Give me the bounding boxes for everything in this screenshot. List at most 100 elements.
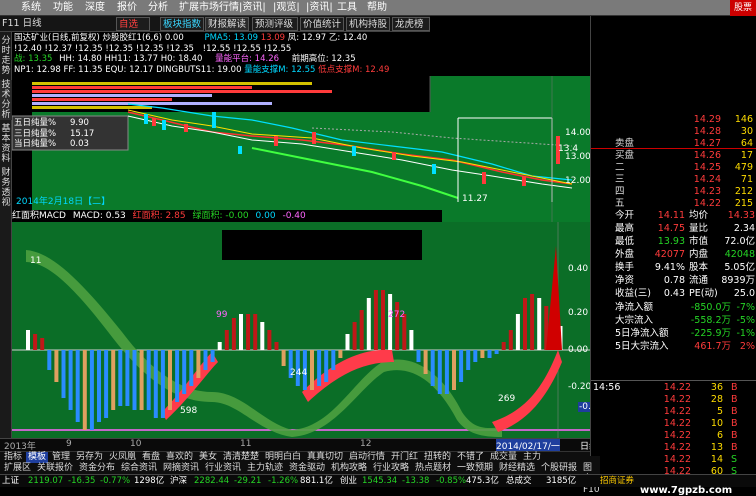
tab-row2-item[interactable]: 行业攻略 — [371, 463, 411, 474]
tab-row1-item[interactable]: 成交量 — [488, 452, 519, 463]
tab-row1-item[interactable]: 喜欢的 — [164, 452, 195, 463]
stock-pool-button[interactable]: 股票池 — [730, 0, 756, 29]
tab-row2-item[interactable]: 综合资讯 — [119, 463, 159, 474]
toolbar-sector-index[interactable]: 板块指数 — [160, 17, 204, 31]
macd-bar — [132, 350, 137, 410]
ff-label: FF: 11.35 — [63, 65, 103, 75]
toolbar-watchlist[interactable]: 自选股 — [116, 17, 150, 44]
tab-row1-item[interactable]: 清清楚楚 — [221, 452, 261, 463]
toolbar-period[interactable]: F11 日线 — [0, 17, 92, 31]
price-axis-12: 12.00 — [565, 176, 591, 186]
macd-bar — [345, 334, 350, 350]
menu-view[interactable]: |观览| — [270, 1, 303, 15]
tab-row1-item[interactable]: 启动行情 — [347, 452, 387, 463]
stat-value: 72.0亿 — [724, 236, 755, 247]
menu-news[interactable]: |资讯| — [236, 1, 269, 15]
tab-row1-item[interactable]: 主力 — [521, 452, 543, 463]
macd-bar — [260, 322, 265, 350]
tab-row2-item[interactable]: 一致预期 — [455, 463, 495, 474]
h0-label: H0: 18.40 — [160, 54, 203, 64]
tab-row1-item[interactable]: 管理 — [50, 452, 72, 463]
macd-chart[interactable]: 红面积MACD MACD: 0.53 红面积: 2.85 绿面积: -0.00 … — [12, 210, 604, 438]
tab-row2-item[interactable]: 扩展区 — [2, 463, 33, 474]
menu-analysis[interactable]: 分析 — [145, 1, 171, 15]
macd-bar — [182, 350, 187, 394]
macd-bar — [231, 318, 236, 350]
tab-row1-item[interactable]: 不错了 — [455, 452, 486, 463]
tab-row1-item[interactable]: 明明白白 — [263, 452, 303, 463]
tab-row1-item[interactable]: 另存为 — [74, 452, 105, 463]
ask-row: 14.28 30 — [591, 126, 756, 138]
stat-value: 0.78 — [663, 275, 685, 286]
tab-row2-item[interactable]: 资金驱动 — [287, 463, 327, 474]
menu-tools[interactable]: 工具 — [334, 1, 360, 15]
cy-label: 创业 — [340, 476, 358, 486]
bid-row: 四 14.23 212 — [591, 186, 756, 198]
ask-price: 14.29 — [693, 114, 721, 125]
tab-row1-item[interactable]: 真真切切 — [305, 452, 345, 463]
tick-side: B — [731, 382, 738, 393]
macd-bar — [61, 350, 66, 398]
menu-function[interactable]: 功能 — [50, 1, 76, 15]
date-9: 9 — [66, 439, 72, 449]
tab-row2-item[interactable]: 主力轨迹 — [245, 463, 285, 474]
left-tab-strip: 分时走势 技术分析 基本资料 财务透视 — [0, 32, 12, 452]
menu-system[interactable]: 系统 — [18, 1, 44, 15]
tab-row2-item[interactable]: 个股研报 — [539, 463, 579, 474]
stat-label: 今开 — [615, 210, 635, 221]
macd-bar — [388, 294, 393, 350]
tab-fundamentals[interactable]: 基本资料 — [0, 124, 12, 164]
price-chart[interactable]: 五日纯量% 9.90 三日纯量% 15.17 当日纯量% 0.03 2014年2… — [12, 76, 591, 222]
support-values-2: !12.55 — [202, 44, 231, 54]
tab-row1-item[interactable]: 开门红 — [389, 452, 420, 463]
tick-side: B — [731, 394, 738, 405]
tab-row1-item[interactable]: 扭转的 — [422, 452, 453, 463]
menu-news-2[interactable]: |资讯| — [303, 1, 336, 15]
menu-extended-market[interactable]: 扩展市场行情 — [176, 1, 242, 15]
legend-3day-label: 三日纯量% — [14, 128, 57, 139]
tab-row2-item[interactable]: 行业资讯 — [203, 463, 243, 474]
tab-row2-item[interactable]: 网摘资讯 — [161, 463, 201, 474]
toolbar-forecast-rating[interactable]: 预测评级 — [252, 17, 298, 31]
tick-price: 14.22 — [663, 454, 691, 465]
menu-quote[interactable]: 报价 — [114, 1, 140, 15]
macd-bar — [68, 350, 73, 410]
macd-bar — [224, 330, 229, 350]
support-values-3: !12.55 — [233, 44, 261, 54]
ask-volume: 146 — [734, 114, 753, 125]
tab-intraday[interactable]: 分时走势 — [0, 36, 12, 76]
tab-row2-item[interactable]: 关联报价 — [35, 463, 75, 474]
ticks-time: 14:56 — [593, 382, 621, 393]
cy-pct: -0.85% — [436, 476, 467, 486]
flow-value: -558.2万 — [690, 315, 731, 326]
toolbar-institutional-holdings[interactable]: 机构持股 — [346, 17, 390, 31]
tab-row2-item[interactable]: 机构攻略 — [329, 463, 369, 474]
tab-row1-item[interactable]: 美女 — [197, 452, 219, 463]
tab-row1-item[interactable]: 看盘 — [140, 452, 162, 463]
toolbar-dragon-tiger-list[interactable]: 龙虎榜单 — [392, 17, 430, 44]
tab-row2-item[interactable]: 图文F10 — [581, 463, 602, 495]
tab-row1-item[interactable]: 火凤凰 — [107, 452, 138, 463]
macd-bar — [359, 310, 364, 350]
macd-bar — [89, 350, 94, 430]
menu-help[interactable]: 帮助 — [364, 1, 390, 15]
tab-row2-item[interactable]: 财经精选 — [497, 463, 537, 474]
tab-row1-item[interactable]: 指标 — [2, 452, 24, 463]
tick-price: 14.22 — [663, 394, 691, 405]
tab-row2-item[interactable]: 热点题材 — [413, 463, 453, 474]
tab-financials[interactable]: 财务透视 — [0, 168, 12, 208]
macd-title: 红面积MACD — [12, 211, 66, 221]
macd-bar — [75, 350, 80, 422]
fen-label: 凤: 12.97 — [287, 33, 327, 43]
tab-row1-item[interactable]: 模板 — [26, 452, 49, 463]
macd-bar — [324, 350, 329, 382]
ask-price: 14.28 — [693, 126, 721, 137]
macd-bar — [423, 350, 428, 374]
flow-pct: -7% — [736, 302, 756, 313]
toolbar-value-stats[interactable]: 价值统计 — [300, 17, 344, 31]
toolbar-report-analysis[interactable]: 财报解读 — [205, 17, 249, 31]
tab-row2-item[interactable]: 资金分布 — [77, 463, 117, 474]
tab-technical[interactable]: 技术分析 — [0, 80, 12, 120]
hs-amount: 881.1亿 — [300, 476, 333, 486]
menu-depth[interactable]: 深度 — [82, 1, 108, 15]
